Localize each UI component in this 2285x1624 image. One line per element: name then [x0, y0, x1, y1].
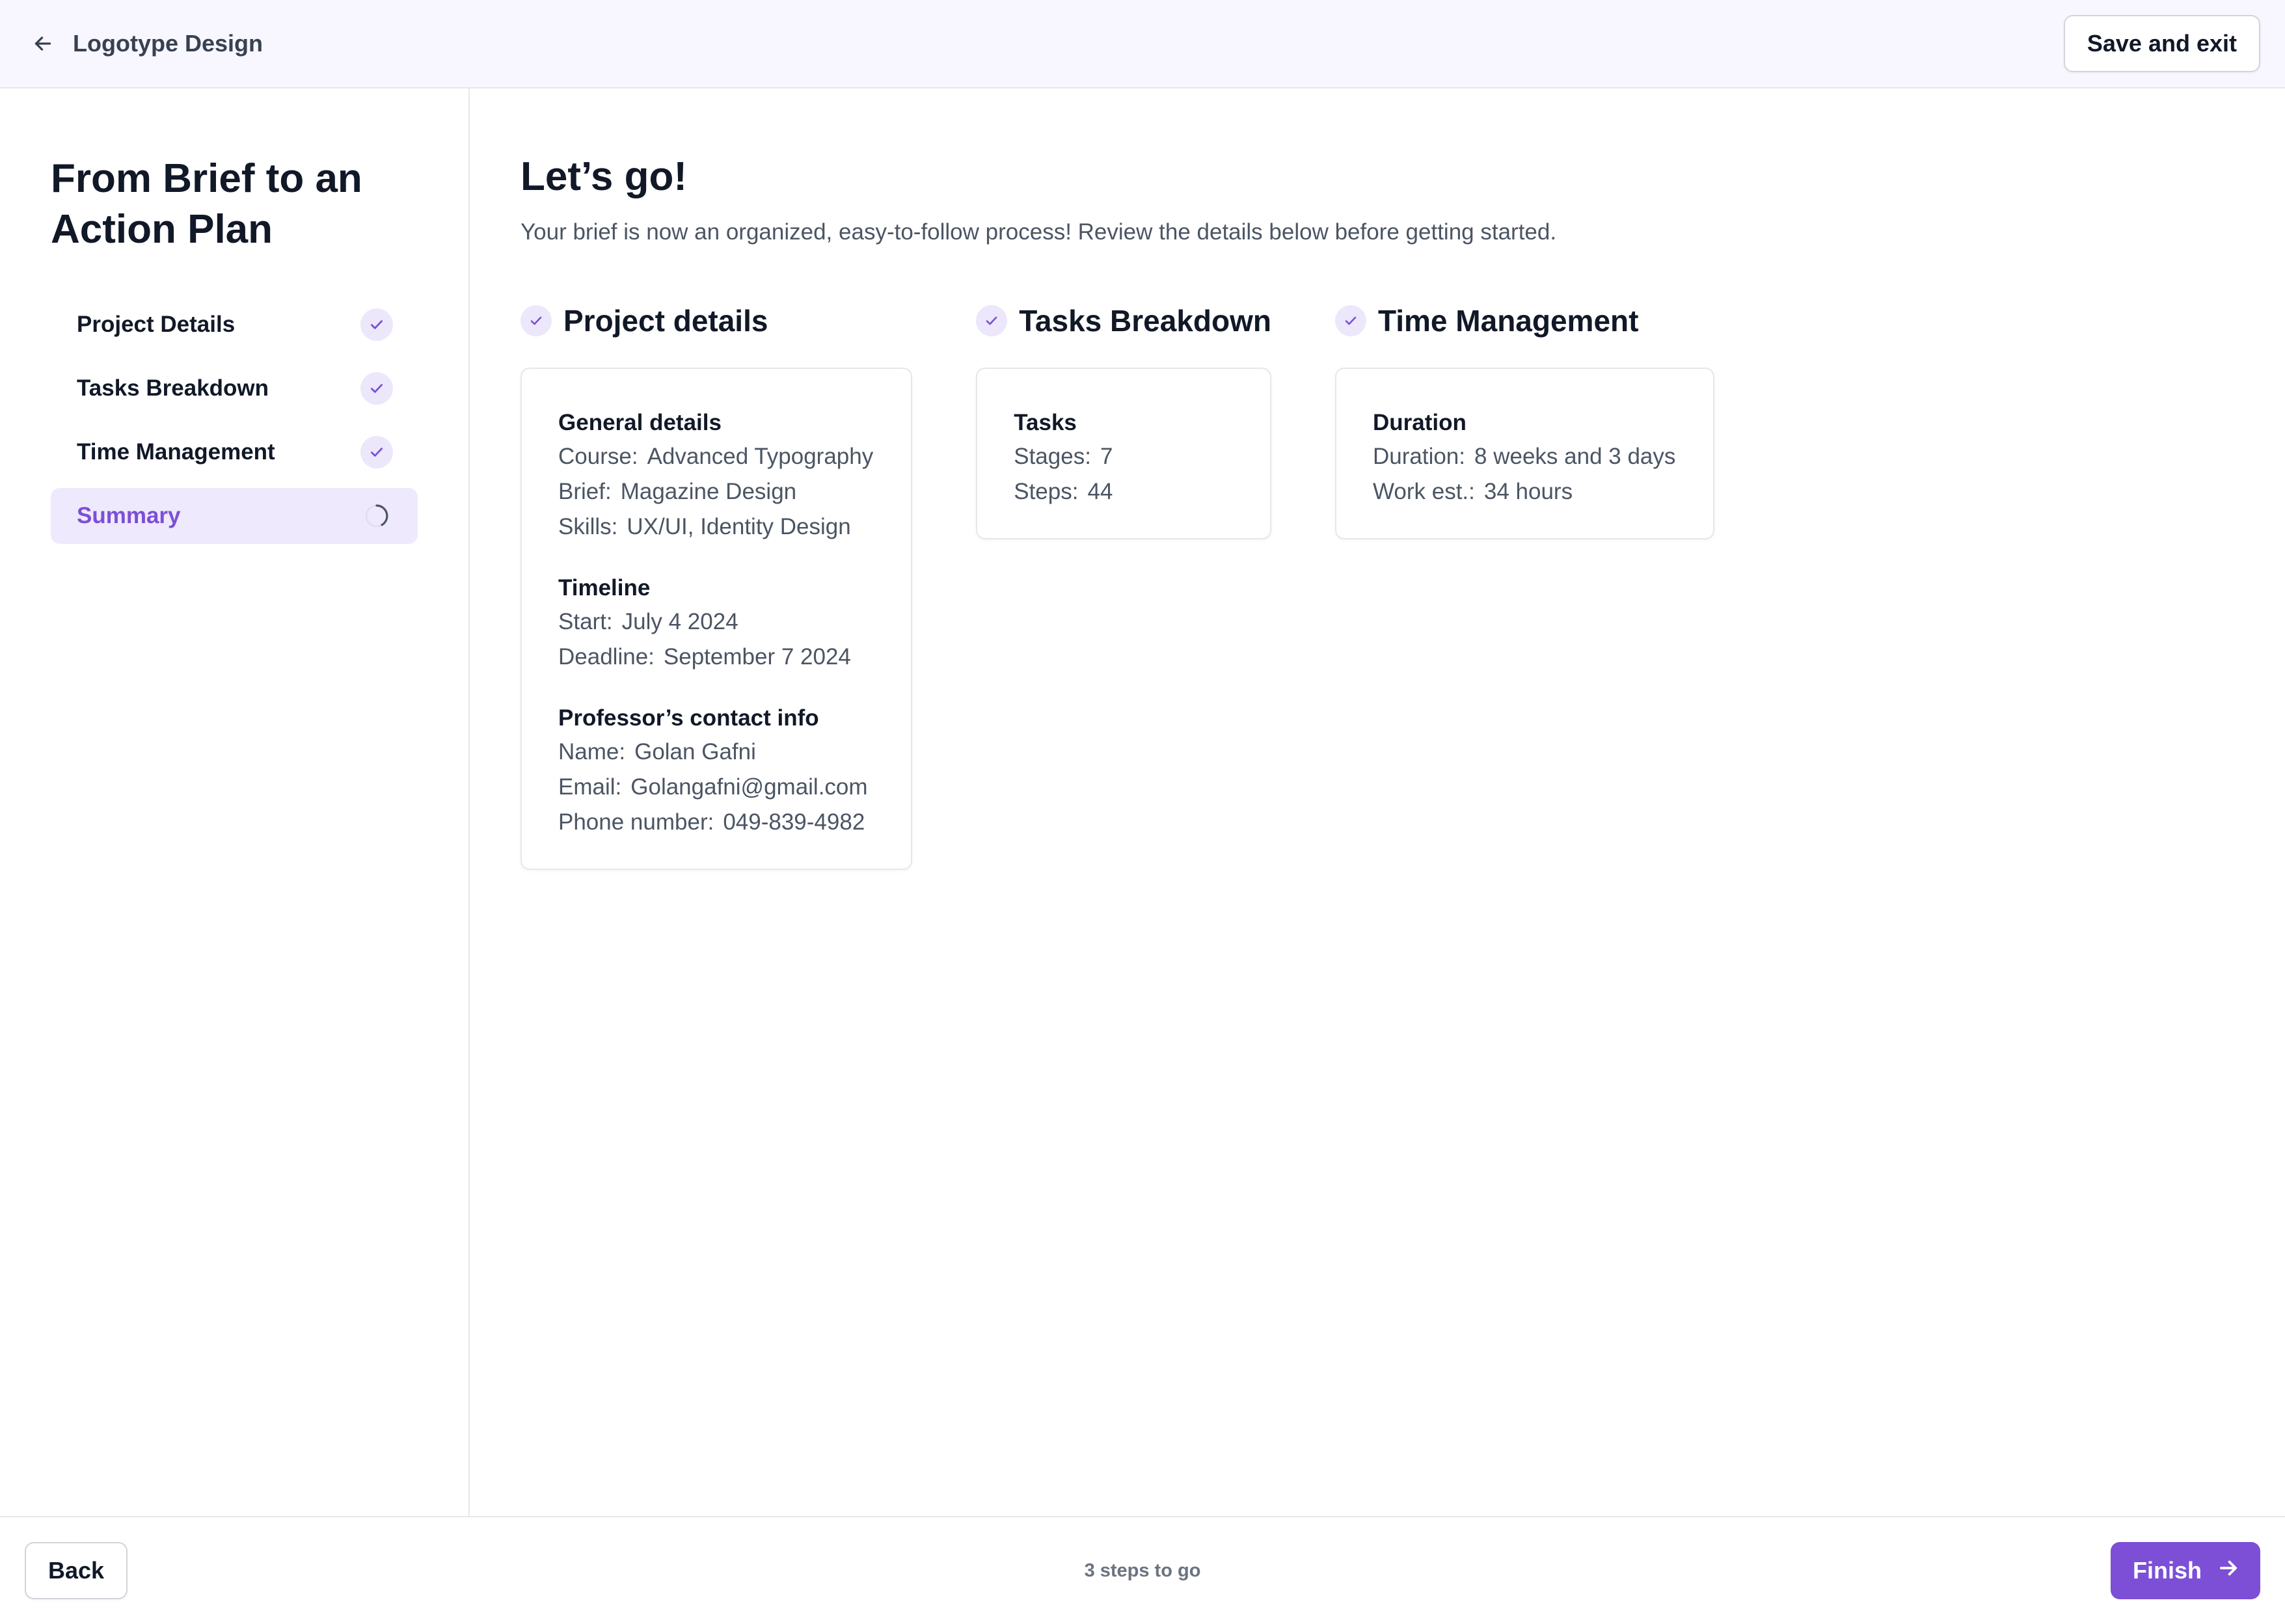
detail-value: Golangafni@gmail.com: [630, 774, 868, 800]
detail-value: September 7 2024: [663, 644, 851, 670]
detail-label: Duration:: [1372, 444, 1466, 469]
tasks-section: Tasks Stages: 7 Steps: 44: [1014, 407, 1232, 509]
section-heading: Tasks Breakdown: [1019, 304, 1271, 338]
project-title: Logotype Design: [73, 30, 264, 57]
detail-label: Stages:: [1014, 444, 1091, 469]
detail-value: 049-839-4982: [723, 809, 865, 835]
page-subtitle: Your brief is now an organized, easy-to-…: [521, 219, 1557, 245]
check-icon: [360, 308, 393, 341]
sidebar-item-tasks-breakdown[interactable]: Tasks Breakdown: [51, 360, 418, 416]
detail-value: Advanced Typography: [647, 444, 874, 469]
timeline-section: Timeline Start: July 4 2024 Deadline: Sept…: [558, 572, 873, 675]
detail-label: Steps:: [1014, 479, 1079, 504]
sidebar-item-label: Summary: [77, 503, 181, 528]
detail-row: Deadline: September 7 2024: [558, 640, 873, 675]
check-icon: [360, 372, 393, 405]
check-icon: [360, 436, 393, 468]
detail-row: Name: Golan Gafni: [558, 735, 873, 770]
section-title: General details: [558, 410, 722, 435]
detail-label: Brief:: [558, 479, 612, 504]
section-heading: Time Management: [1377, 304, 1639, 338]
project-details-card: General details Course: Advanced Typograp…: [521, 368, 913, 870]
finish-button[interactable]: Finish: [2111, 1542, 2260, 1599]
detail-label: Work est.:: [1372, 479, 1475, 504]
section-heading: Project details: [563, 304, 768, 338]
header-left: Logotype Design: [29, 29, 263, 58]
check-icon: [976, 305, 1008, 336]
section-title: Timeline: [558, 575, 651, 601]
detail-row: Brief: Magazine Design: [558, 474, 873, 509]
page-title: Let’s go!: [521, 154, 688, 199]
detail-label: Deadline:: [558, 644, 655, 670]
summary-cards: Project details General details Course: A…: [521, 301, 2264, 870]
tasks-breakdown-header: Tasks Breakdown: [976, 301, 1271, 340]
duration-section: Duration Duration: 8 weeks and 3 days Wor…: [1373, 407, 1675, 509]
detail-row: Course: Advanced Typography: [558, 439, 873, 474]
check-icon: [521, 305, 552, 336]
steps-remaining-text: 3 steps to go: [1084, 1560, 1201, 1581]
detail-value: Golan Gafni: [634, 739, 756, 765]
detail-value: UX/UI, Identity Design: [627, 514, 851, 539]
sidebar-item-label: Tasks Breakdown: [77, 375, 269, 401]
detail-row: Stages: 7: [1014, 439, 1232, 474]
top-bar: Logotype Design Save and exit: [0, 0, 2285, 88]
project-details-column: Project details General details Course: A…: [521, 301, 913, 870]
finish-label: Finish: [2133, 1557, 2202, 1584]
detail-row: Work est.: 34 hours: [1373, 474, 1675, 509]
sidebar-item-project-details[interactable]: Project Details: [51, 297, 418, 353]
section-title: Professor’s contact info: [558, 705, 819, 731]
general-details-section: General details Course: Advanced Typograp…: [558, 407, 873, 545]
tasks-card: Tasks Stages: 7 Steps: 44: [976, 368, 1271, 539]
detail-value: July 4 2024: [621, 609, 738, 634]
detail-label: Name:: [558, 739, 626, 765]
sidebar-item-time-management[interactable]: Time Management: [51, 424, 418, 480]
detail-row: Start: July 4 2024: [558, 604, 873, 640]
sidebar-item-label: Project Details: [77, 312, 236, 337]
sidebar: From Brief to an Action Plan Project Det…: [0, 88, 470, 1516]
project-details-header: Project details: [521, 301, 912, 340]
detail-value: 7: [1100, 444, 1113, 469]
detail-row: Duration: 8 weeks and 3 days: [1373, 439, 1675, 474]
arrow-left-icon[interactable]: [29, 29, 57, 58]
detail-row: Email: Golangafni@gmail.com: [558, 770, 873, 805]
save-and-exit-button[interactable]: Save and exit: [2063, 15, 2260, 72]
detail-value: 8 weeks and 3 days: [1474, 444, 1676, 469]
main-content: Let’s go! Your brief is now an organized…: [521, 88, 2264, 870]
detail-value: 44: [1087, 479, 1113, 504]
sidebar-title: From Brief to an Action Plan: [51, 156, 362, 252]
contact-info-section: Professor’s contact info Name: Golan Gafn…: [558, 702, 873, 840]
check-icon: [1334, 305, 1366, 336]
detail-label: Skills:: [558, 514, 618, 539]
detail-row: Phone number: 049-839-4982: [558, 805, 873, 840]
arrow-right-icon: [2216, 1556, 2241, 1586]
footer-bar: Back 3 steps to go Finish: [0, 1516, 2285, 1624]
duration-card: Duration Duration: 8 weeks and 3 days Wor…: [1334, 368, 1715, 539]
time-management-header: Time Management: [1334, 301, 1714, 340]
step-list: Project Details Tasks Breakdown Time Man…: [51, 297, 418, 544]
detail-label: Email:: [558, 774, 622, 800]
time-management-column: Time Management Duration Duration: 8 week…: [1334, 301, 1715, 870]
detail-row: Skills: UX/UI, Identity Design: [558, 509, 873, 545]
detail-value: Magazine Design: [620, 479, 797, 504]
sidebar-item-summary[interactable]: Summary: [51, 488, 418, 544]
detail-label: Phone number:: [558, 809, 714, 835]
section-title: Duration: [1372, 410, 1467, 435]
detail-row: Steps: 44: [1014, 474, 1232, 509]
detail-value: 34 hours: [1483, 479, 1573, 504]
detail-label: Course:: [558, 444, 638, 469]
loading-spinner-icon: [360, 500, 393, 532]
section-title: Tasks: [1014, 410, 1077, 435]
tasks-breakdown-column: Tasks Breakdown Tasks Stages: 7 Steps: 44: [976, 301, 1271, 870]
back-button[interactable]: Back: [25, 1542, 128, 1599]
detail-label: Start:: [558, 609, 613, 634]
sidebar-item-label: Time Management: [77, 439, 275, 465]
